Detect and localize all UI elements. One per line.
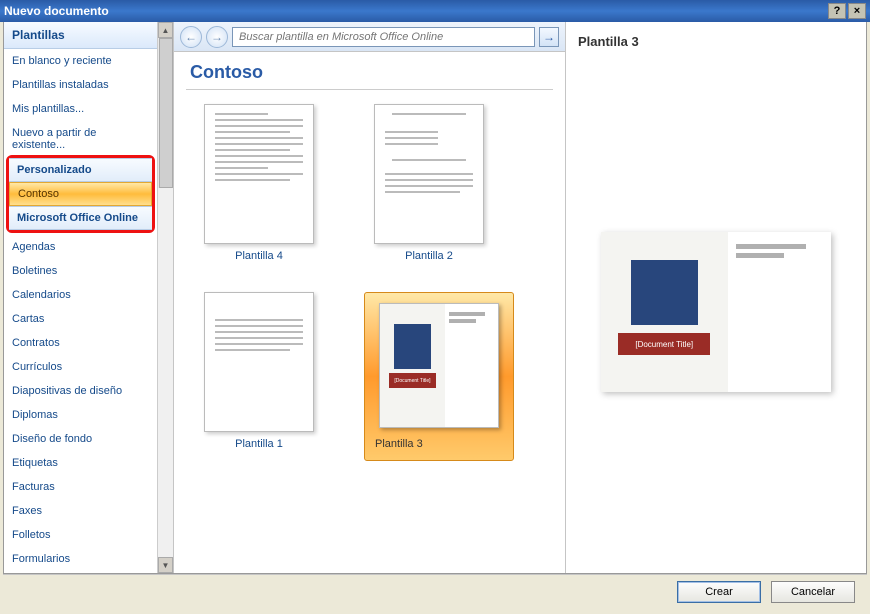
template-thumbnail <box>204 292 314 432</box>
forward-button[interactable]: → <box>206 26 228 48</box>
sidebar-item[interactable]: Diapositivas de diseño <box>4 379 157 403</box>
sidebar-item[interactable]: Calendarios <box>4 283 157 307</box>
arrow-left-icon: ← <box>185 30 197 44</box>
template-item-selected[interactable]: [Document Title] Plantilla 3 <box>364 292 514 461</box>
create-button[interactable]: Crear <box>677 581 761 603</box>
search-input[interactable] <box>233 29 534 45</box>
template-label: Plantilla 3 <box>375 438 503 450</box>
sidebar-item[interactable]: Diplomas <box>4 403 157 427</box>
template-label: Plantilla 4 <box>194 250 324 262</box>
sidebar-item[interactable]: Plantillas instaladas <box>4 73 157 97</box>
section-office-online[interactable]: Microsoft Office Online <box>9 206 152 230</box>
arrow-right-icon: → <box>543 30 555 44</box>
sidebar-item[interactable]: Faxes <box>4 499 157 523</box>
sidebar-item[interactable]: Contratos <box>4 331 157 355</box>
dialog-footer: Crear Cancelar <box>3 574 867 608</box>
search-go-button[interactable]: → <box>539 27 559 47</box>
template-label: Plantilla 1 <box>194 438 324 450</box>
preview-area: [Document Title] <box>578 59 854 565</box>
scroll-up-icon[interactable]: ▲ <box>158 22 173 38</box>
scroll-down-icon[interactable]: ▼ <box>158 557 173 573</box>
sidebar-item[interactable]: Boletines <box>4 259 157 283</box>
template-thumbnail <box>374 104 484 244</box>
preview-document: [Document Title] <box>601 232 831 392</box>
template-thumbnail <box>204 104 314 244</box>
sidebar-item[interactable]: Cartas <box>4 307 157 331</box>
sidebar-item[interactable]: Horarios <box>4 571 157 573</box>
template-grid: Plantilla 4 Plantilla 2 <box>174 100 565 465</box>
content-title: Contoso <box>174 52 565 89</box>
sidebar-item[interactable]: Formularios <box>4 547 157 571</box>
preview-panel: Plantilla 3 [Document Title] <box>566 22 866 573</box>
sidebar-header: Plantillas <box>4 22 157 49</box>
sidebar-item[interactable]: Diseño de fondo <box>4 427 157 451</box>
search-box <box>232 27 535 47</box>
sidebar-item[interactable]: Etiquetas <box>4 451 157 475</box>
sidebar-item[interactable]: Nuevo a partir de existente... <box>4 121 157 157</box>
preview-title: Plantilla 3 <box>578 30 854 59</box>
template-label: Plantilla 2 <box>364 250 494 262</box>
title-bar: Nuevo documento ? × <box>0 0 870 22</box>
sidebar-item[interactable]: En blanco y reciente <box>4 49 157 73</box>
section-personalizado[interactable]: Personalizado <box>9 158 152 182</box>
sidebar-scrollbar[interactable]: ▲ ▼ <box>157 22 173 573</box>
help-button[interactable]: ? <box>828 3 846 19</box>
sidebar: Plantillas En blanco y reciente Plantill… <box>4 22 174 573</box>
scroll-track[interactable] <box>158 188 173 557</box>
arrow-right-icon: → <box>211 30 223 44</box>
sidebar-item-contoso[interactable]: Contoso <box>9 182 152 206</box>
main-panel: ← → → Contoso Plantilla 4 <box>174 22 566 573</box>
sidebar-item[interactable]: Facturas <box>4 475 157 499</box>
sidebar-item[interactable]: Folletos <box>4 523 157 547</box>
toolbar: ← → → <box>174 22 565 52</box>
scroll-thumb[interactable] <box>159 38 173 188</box>
doc-title-text: [Document Title] <box>389 373 437 388</box>
sidebar-item[interactable]: Mis plantillas... <box>4 97 157 121</box>
template-item[interactable]: Plantilla 2 <box>364 104 494 262</box>
template-thumbnail: [Document Title] <box>379 303 499 428</box>
cancel-button[interactable]: Cancelar <box>771 581 855 603</box>
back-button[interactable]: ← <box>180 26 202 48</box>
template-item[interactable]: Plantilla 4 <box>194 104 324 262</box>
close-button[interactable]: × <box>848 3 866 19</box>
window-title: Nuevo documento <box>4 4 109 18</box>
sidebar-item[interactable]: Currículos <box>4 355 157 379</box>
template-item[interactable]: Plantilla 1 <box>194 292 324 461</box>
doc-title-text: [Document Title] <box>618 333 710 355</box>
sidebar-item[interactable]: Agendas <box>4 235 157 259</box>
highlighted-section: Personalizado Contoso Microsoft Office O… <box>6 155 155 233</box>
divider <box>186 89 553 90</box>
